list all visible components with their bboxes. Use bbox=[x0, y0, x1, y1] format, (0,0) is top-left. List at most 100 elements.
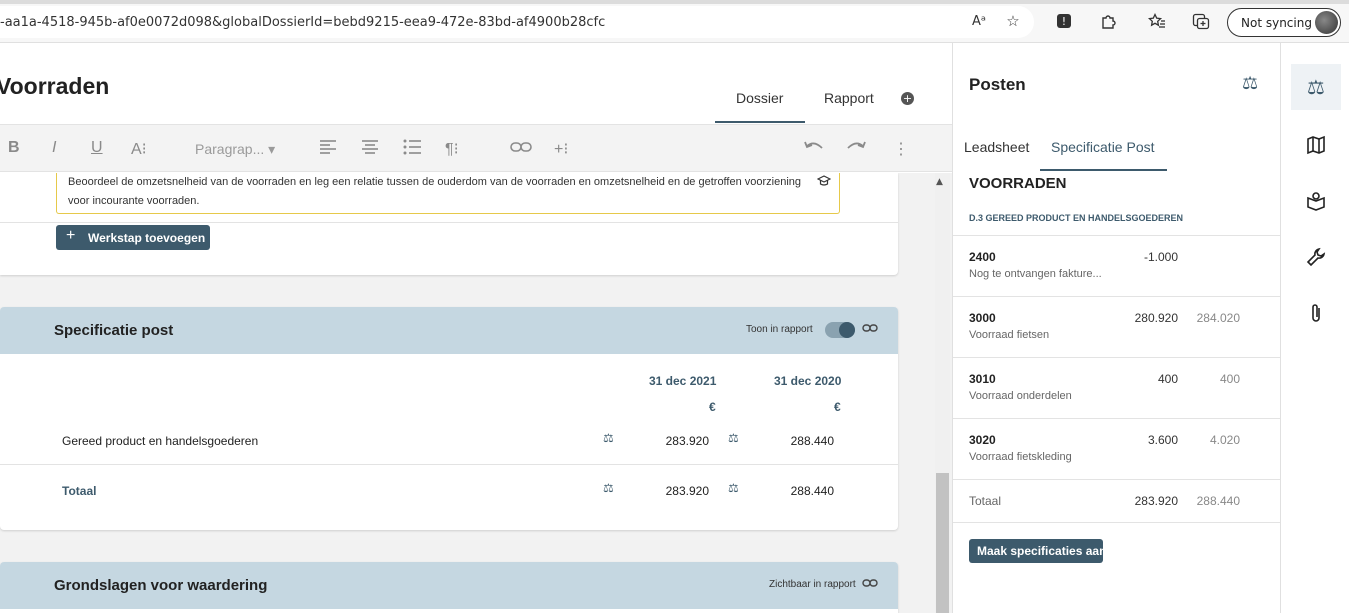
link-icon[interactable] bbox=[862, 577, 878, 592]
underline-button[interactable]: U bbox=[91, 139, 103, 157]
tab-specificatie-post[interactable]: Specificatie Post bbox=[1051, 139, 1155, 155]
bullet-list-icon[interactable] bbox=[402, 137, 422, 162]
rail-paperclip-icon[interactable] bbox=[1291, 290, 1341, 336]
content-scroll-area[interactable]: Beoordeel de omzetsnelheid van de voorra… bbox=[0, 173, 952, 613]
header-link-svg bbox=[862, 324, 878, 332]
book-svg bbox=[1307, 192, 1325, 211]
rail-scale-icon[interactable]: ⚖ bbox=[1291, 64, 1341, 110]
show-in-report-label: Toon in rapport bbox=[746, 324, 813, 335]
address-bar[interactable]: -aa1a-4518-945b-af0e0072d098&globalDossi… bbox=[0, 6, 1034, 38]
profile-sync-button[interactable]: Not syncing bbox=[1227, 8, 1341, 37]
scale-icon[interactable]: ⚖ bbox=[728, 431, 739, 445]
column-header-2020: 31 dec 2020 bbox=[774, 374, 842, 388]
value-2020: 288.440 bbox=[790, 434, 834, 448]
bold-button[interactable]: B bbox=[8, 139, 20, 157]
divider bbox=[953, 357, 1281, 358]
read-aloud-icon[interactable]: Aᵃ bbox=[968, 10, 990, 32]
paragraph-format-icon[interactable]: ¶⁝ bbox=[445, 139, 459, 159]
password-manager-icon[interactable]: ! bbox=[1053, 10, 1075, 32]
show-in-report-toggle[interactable] bbox=[825, 322, 855, 338]
currency-2020: € bbox=[834, 400, 841, 414]
rail-wrench-icon[interactable] bbox=[1291, 234, 1341, 280]
align-center-icon[interactable] bbox=[360, 137, 380, 162]
page-title: Voorraden bbox=[0, 73, 110, 99]
active-tab-indicator bbox=[715, 121, 805, 123]
add-work-step-button[interactable]: + Werkstap toevoegen bbox=[56, 225, 210, 250]
extensions-icon-svg bbox=[1101, 14, 1116, 29]
favorite-add-icon[interactable]: ☆ bbox=[1002, 10, 1024, 32]
specificatie-post-card: Specificatie post Toon in rapport 31 dec… bbox=[0, 307, 898, 530]
collections-icon[interactable] bbox=[1190, 10, 1212, 32]
scale-icon[interactable]: ⚖ bbox=[728, 481, 739, 495]
redo-svg bbox=[847, 141, 866, 149]
scale-icon[interactable]: ⚖ bbox=[1242, 73, 1258, 94]
divider bbox=[953, 479, 1281, 480]
currency-2021: € bbox=[709, 400, 716, 414]
divider bbox=[953, 235, 1281, 236]
paragraph-select-value: Paragrap... bbox=[195, 141, 265, 157]
align-left-svg bbox=[320, 140, 336, 154]
scrollbar-thumb[interactable] bbox=[936, 473, 949, 613]
favorites-icon[interactable] bbox=[1146, 10, 1168, 32]
tab-dossier[interactable]: Dossier bbox=[736, 90, 783, 106]
grondslagen-link-svg bbox=[862, 579, 878, 587]
specificatie-title: Specificatie post bbox=[54, 322, 174, 339]
total-2020: 288.440 bbox=[790, 484, 834, 498]
column-header-2021: 31 dec 2021 bbox=[649, 374, 717, 388]
italic-button[interactable]: I bbox=[52, 139, 56, 157]
rail-book-icon[interactable] bbox=[1291, 178, 1341, 224]
account-previous: 4.020 bbox=[1209, 433, 1240, 447]
panel-heading: VOORRADEN bbox=[969, 175, 1067, 192]
text-size-button[interactable]: A⁝ bbox=[131, 139, 147, 159]
profile-avatar bbox=[1315, 11, 1338, 34]
browser-top-strip bbox=[0, 0, 1349, 4]
create-specifications-label: Maak specificaties aan bbox=[977, 544, 1107, 558]
work-step-card: Beoordeel de omzetsnelheid van de voorra… bbox=[0, 173, 898, 275]
dossier-main: Voorraden Dossier Rapport + B I U A⁝ Par… bbox=[0, 43, 952, 613]
tab-rapport[interactable]: Rapport bbox=[824, 90, 874, 106]
scale-icon[interactable]: ⚖ bbox=[603, 481, 614, 495]
create-specifications-button[interactable]: Maak specificaties aan bbox=[969, 539, 1107, 563]
link-svg bbox=[510, 142, 532, 152]
undo-icon[interactable] bbox=[803, 138, 825, 161]
posten-panel: Posten ⚖ Leadsheet Specificatie Post VOO… bbox=[952, 43, 1281, 613]
toggle-knob bbox=[839, 322, 855, 338]
align-left-icon[interactable] bbox=[318, 137, 338, 162]
value-2021: 283.920 bbox=[665, 434, 709, 448]
read-aloud-glyph: Aᵃ bbox=[972, 13, 986, 29]
link-icon[interactable] bbox=[862, 322, 878, 337]
wrench-svg bbox=[1306, 247, 1326, 267]
paragraph-select[interactable]: Paragrap... ▾ bbox=[195, 141, 275, 158]
grondslagen-header: Grondslagen voor waardering Zichtbaar in… bbox=[0, 562, 898, 609]
graduation-cap-icon[interactable] bbox=[816, 175, 832, 190]
bullet-list-svg bbox=[403, 139, 421, 155]
tab-leadsheet[interactable]: Leadsheet bbox=[964, 139, 1029, 155]
add-tab-button[interactable]: + bbox=[901, 92, 914, 105]
more-options-icon[interactable]: ⋮ bbox=[893, 139, 909, 159]
sync-label: Not syncing bbox=[1241, 16, 1312, 30]
divider bbox=[0, 464, 898, 465]
total-previous: 288.440 bbox=[1196, 494, 1240, 508]
plus-icon: + bbox=[66, 227, 76, 244]
scale-icon[interactable]: ⚖ bbox=[603, 431, 614, 445]
extensions-icon[interactable] bbox=[1097, 10, 1119, 32]
rail-map-icon[interactable] bbox=[1291, 122, 1341, 168]
scroll-up-arrow[interactable]: ▲ bbox=[936, 177, 943, 187]
account-current: -1.000 bbox=[1143, 250, 1178, 264]
account-description: Nog te ontvangen fakture... bbox=[969, 268, 1102, 280]
insert-icon[interactable]: +⁝ bbox=[554, 139, 568, 159]
undo-svg bbox=[804, 141, 823, 149]
add-work-step-label: Werkstap toevoegen bbox=[88, 231, 206, 245]
collections-icon-svg bbox=[1192, 13, 1210, 29]
link-icon[interactable] bbox=[510, 137, 532, 162]
map-svg bbox=[1307, 135, 1325, 155]
redo-icon[interactable] bbox=[845, 138, 867, 161]
account-number: 3010 bbox=[969, 372, 996, 386]
account-previous: 400 bbox=[1219, 372, 1240, 386]
divider bbox=[0, 222, 898, 223]
address-text[interactable]: -aa1a-4518-945b-af0e0072d098&globalDossi… bbox=[0, 15, 605, 30]
panel-subheading: D.3 GEREED PRODUCT EN HANDELSGOEDEREN bbox=[969, 213, 1184, 223]
divider bbox=[953, 296, 1281, 297]
divider bbox=[953, 418, 1281, 419]
account-description: Voorraad fietsen bbox=[969, 329, 1050, 341]
